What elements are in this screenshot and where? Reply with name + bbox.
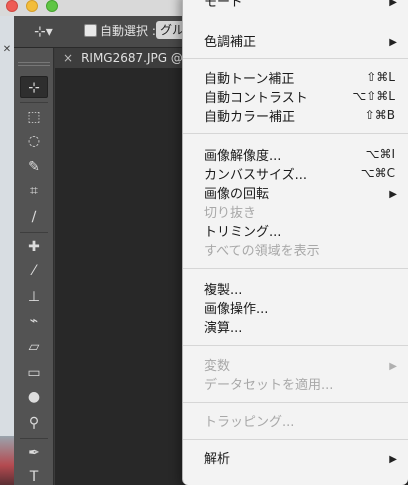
menu-item-apply-image[interactable]: 画像操作... [183,300,408,319]
blur-tool-icon[interactable]: ● [20,386,48,408]
document-tab[interactable]: × RIMG2687.JPG @ 66 [55,48,195,68]
close-window-button[interactable] [6,0,18,12]
menu-item-label: トラッピング... [204,415,295,430]
brush-tool-icon[interactable]: ⁄ [20,260,48,282]
healing-brush-tool-icon[interactable]: ✚ [20,236,48,258]
type-tool-icon[interactable]: T [20,466,48,485]
menu-item-canvas-size[interactable]: カンバスサイズ... ⌥⌘C [183,166,408,185]
background-window-glyph: ✕ [2,44,12,55]
crop-tool-icon[interactable]: ⌗ [20,180,48,202]
submenu-arrow-icon: ▶ [389,454,397,465]
menu-item-reveal-all: すべての領域を表示 [183,242,408,261]
gradient-tool-icon[interactable]: ▭ [20,362,48,384]
menu-item-label: 解析 [204,452,231,467]
menu-item-label: 自動コントラスト [204,91,308,106]
marquee-tool-icon[interactable]: ⬚ [20,106,48,128]
pen-tool-icon[interactable]: ✒ [20,442,48,464]
image-menu: モード ▶ 色調補正 ▶ 自動トーン補正 ⇧⌘L 自動コントラスト ⌥⇧⌘L 自… [182,0,408,485]
menu-item-analysis[interactable]: 解析 ▶ [183,450,408,469]
auto-select-checkbox[interactable] [84,24,97,37]
close-document-icon[interactable]: × [63,51,73,65]
menu-item-label: 演算... [204,321,243,336]
menu-item-label: モード [204,0,244,10]
menu-item-trim[interactable]: トリミング... [183,223,408,242]
tools-separator [20,102,48,103]
menu-separator [183,133,408,134]
auto-select-label: 自動選択 : [100,24,156,38]
menu-item-label: 色調補正 [204,35,257,50]
eraser-tool-icon[interactable]: ▱ [20,336,48,358]
menu-separator [183,439,408,440]
menu-item-label: 切り抜き [204,206,257,221]
menu-item-auto-tone[interactable]: 自動トーン補正 ⇧⌘L [183,70,408,89]
move-tool-icon[interactable]: ⊹ [20,76,48,98]
menu-item-label: 複製... [204,283,243,298]
menu-item-label: トリミング... [204,225,282,240]
clone-stamp-tool-icon[interactable]: ⊥ [20,286,48,308]
menu-item-adjustments[interactable]: 色調補正 ▶ [183,33,408,52]
menu-item-label: 変数 [204,359,231,374]
menu-item-label: 自動トーン補正 [204,72,295,87]
menu-separator [183,345,408,346]
menu-separator [183,58,408,59]
background-window-strip: ✕ [0,16,14,485]
menu-item-mode[interactable]: モード ▶ [183,0,408,12]
menu-item-trap: トラッピング... [183,413,408,432]
background-photo [0,436,14,485]
menu-item-variables: 変数 ▶ [183,357,408,376]
menu-item-label: 画像の回転 [204,187,270,202]
menu-item-auto-color[interactable]: 自動カラー補正 ⇧⌘B [183,108,408,127]
submenu-arrow-icon: ▶ [389,37,397,48]
menu-item-crop: 切り抜き [183,204,408,223]
menu-item-auto-contrast[interactable]: 自動コントラスト ⌥⇧⌘L [183,89,408,108]
dodge-tool-icon[interactable]: ⚲ [20,412,48,434]
menu-item-label: データセットを適用... [204,378,334,393]
quick-select-tool-icon[interactable]: ✎ [20,156,48,178]
menu-separator [183,268,408,269]
menu-item-shortcut: ⇧⌘L [366,70,395,84]
submenu-arrow-icon: ▶ [389,0,397,8]
tools-separator [20,438,48,439]
menu-item-label: 自動カラー補正 [204,110,296,125]
menu-item-label: すべての領域を表示 [204,244,320,259]
history-brush-tool-icon[interactable]: ⌁ [20,310,48,332]
menu-item-duplicate[interactable]: 複製... [183,281,408,300]
menu-item-label: 画像操作... [204,302,269,317]
tools-separator [20,232,48,233]
menu-item-shortcut: ⌥⌘C [360,166,395,180]
submenu-arrow-icon: ▶ [389,189,397,200]
document-tab-title: RIMG2687.JPG @ 66 [81,51,195,65]
move-tool-preset-icon[interactable]: ⊹▾ [34,24,74,42]
menu-item-label: カンバスサイズ... [204,168,308,183]
menu-item-label: 画像解像度... [204,149,282,164]
menu-item-calculations[interactable]: 演算... [183,319,408,338]
submenu-arrow-icon: ▶ [389,361,397,372]
lasso-tool-icon[interactable]: ◌ [20,130,48,152]
tools-panel-grip[interactable] [18,62,50,66]
menu-item-shortcut: ⇧⌘B [364,108,395,122]
menu-item-shortcut: ⌥⇧⌘L [352,89,395,103]
tools-panel: ⊹ ⬚ ◌ ✎ ⌗ ∕ ✚ ⁄ ⊥ ⌁ ▱ ▭ ● ⚲ ✒ T [14,48,54,485]
zoom-window-button[interactable] [46,0,58,12]
menu-item-shortcut: ⌥⌘I [365,147,395,161]
menu-item-image-size[interactable]: 画像解像度... ⌥⌘I [183,147,408,166]
menu-item-apply-data-set: データセットを適用... [183,376,408,395]
menu-separator [183,402,408,403]
eyedropper-tool-icon[interactable]: ∕ [20,206,48,228]
menu-item-image-rotation[interactable]: 画像の回転 ▶ [183,185,408,204]
minimize-window-button[interactable] [26,0,38,12]
